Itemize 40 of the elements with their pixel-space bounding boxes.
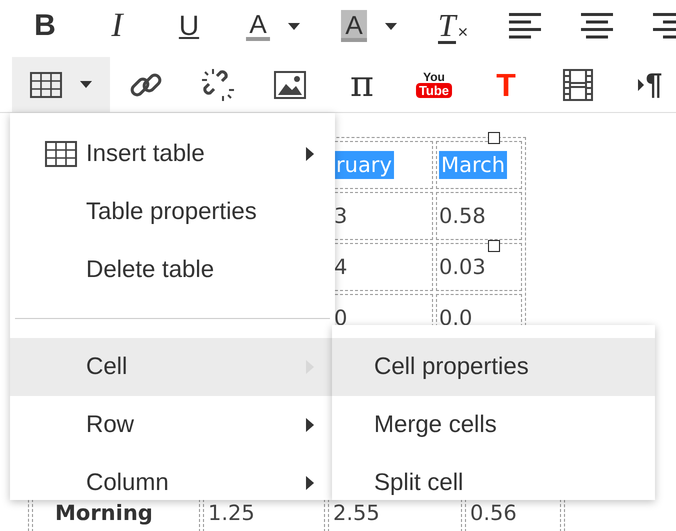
clear-format-button[interactable]: T× — [417, 3, 489, 49]
image-icon — [274, 70, 306, 98]
align-right-icon — [653, 13, 676, 39]
menu-item[interactable]: Row — [10, 396, 335, 454]
menu-item[interactable]: Cell properties — [332, 338, 655, 396]
table-icon — [30, 72, 62, 98]
italic-button[interactable]: I — [81, 3, 153, 49]
table-cell: March — [436, 141, 522, 189]
submenu-arrow-icon — [306, 147, 314, 161]
table-icon — [45, 141, 77, 167]
align-center-icon — [581, 13, 613, 39]
background-color-button[interactable]: A — [321, 3, 417, 49]
play-icon — [638, 78, 644, 90]
bold-button[interactable]: B — [9, 3, 81, 49]
resize-handle[interactable] — [488, 132, 500, 144]
align-left-icon — [509, 13, 541, 39]
table-cell: 0.58 — [436, 192, 522, 240]
menu-item-label: Table properties — [86, 198, 257, 226]
menu-item[interactable]: Cell — [10, 338, 335, 396]
broken-link-icon — [200, 66, 236, 102]
text-style-button[interactable]: T — [470, 57, 542, 112]
caret-icon — [384, 22, 397, 30]
menu-item-label: Row — [86, 411, 134, 439]
table-button[interactable] — [12, 57, 110, 112]
menu-item-label: Insert table — [86, 140, 205, 168]
caret-icon — [80, 81, 92, 88]
film-icon — [563, 68, 593, 100]
menu-item-label: Column — [86, 469, 169, 497]
text-color-button[interactable]: A — [225, 3, 321, 49]
menu-item-label: Delete table — [86, 256, 214, 284]
submenu-arrow-icon — [306, 418, 314, 432]
menu-item[interactable]: Merge cells — [332, 396, 655, 454]
paragraph-button[interactable]: ¶ — [614, 57, 676, 112]
menu-item-label: Cell — [86, 353, 128, 381]
resize-handle[interactable] — [488, 240, 500, 252]
submenu-arrow-icon — [306, 476, 314, 490]
caret-icon — [288, 22, 300, 30]
underline-button[interactable]: U — [153, 3, 225, 49]
video-embed-button[interactable]: You Tube — [398, 57, 470, 112]
math-button[interactable]: π — [326, 57, 398, 112]
